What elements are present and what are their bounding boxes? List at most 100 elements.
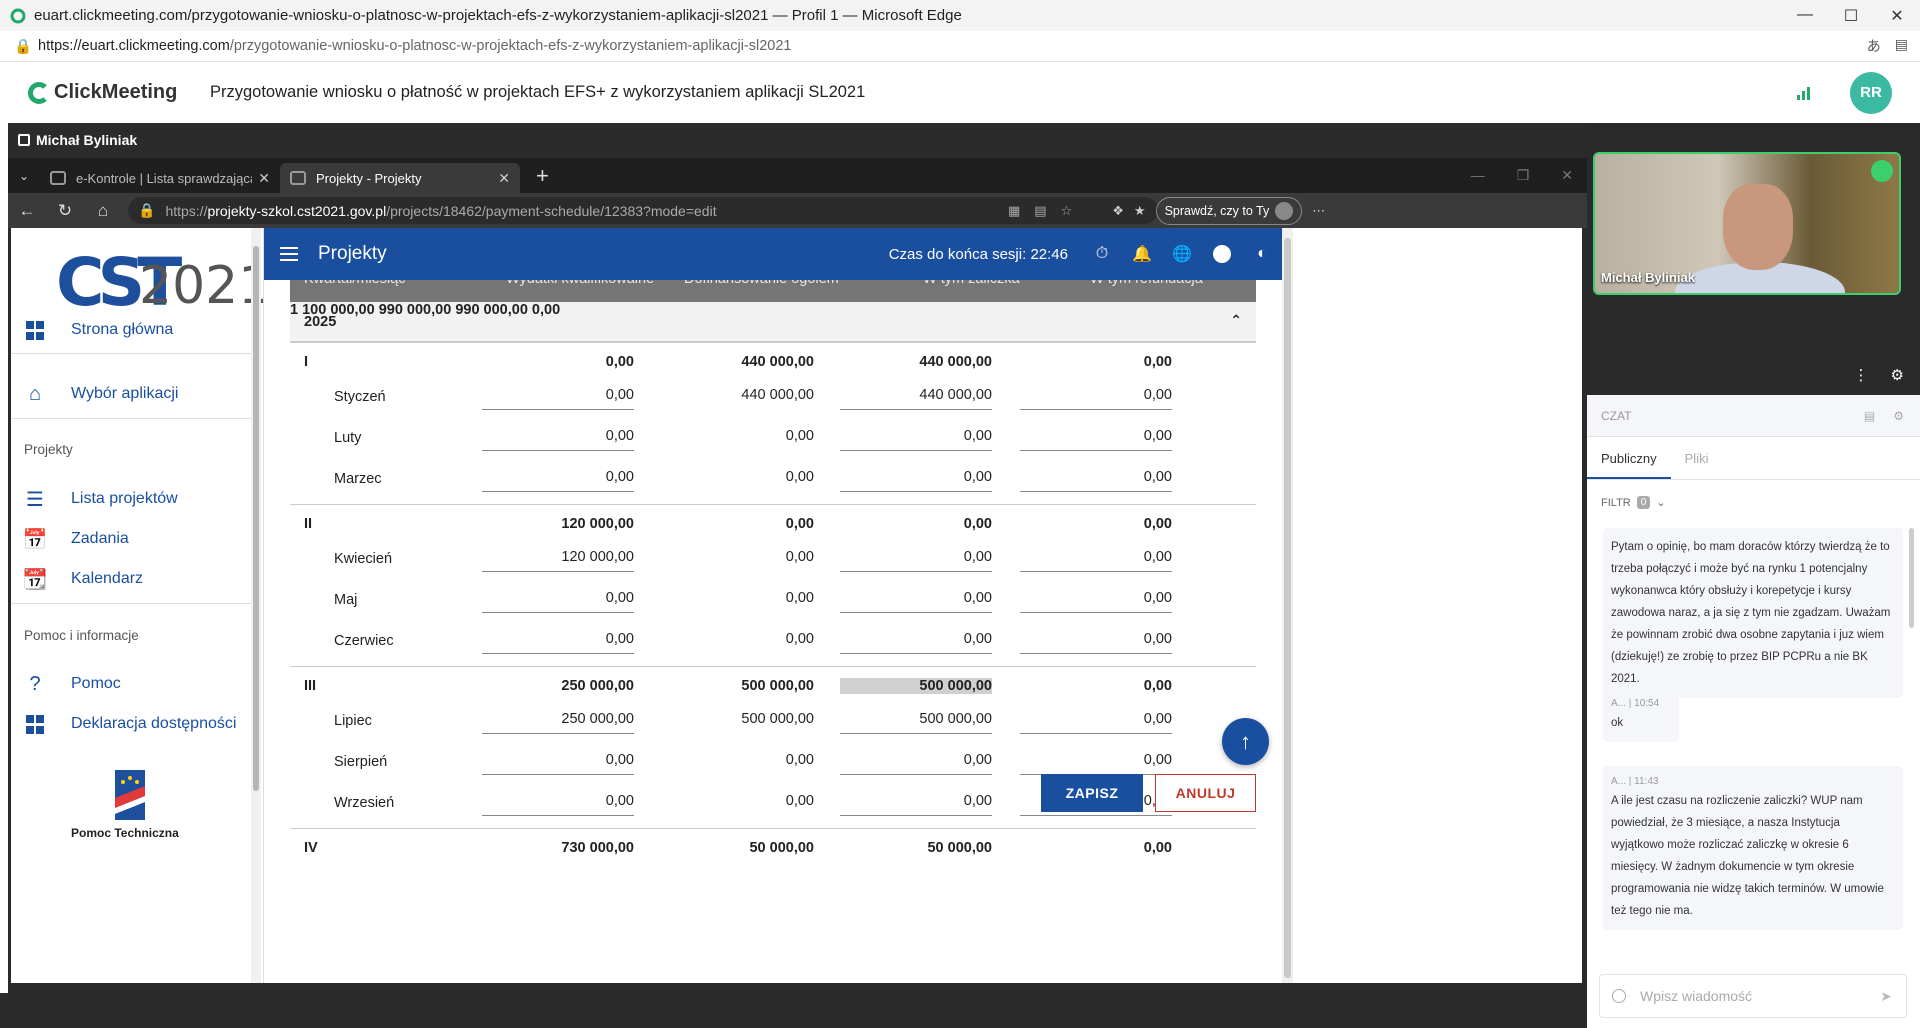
month-input-field[interactable]: 0,00	[1020, 387, 1172, 410]
minimize-icon[interactable]: —	[1782, 6, 1828, 26]
hamburger-menu-icon[interactable]	[280, 243, 298, 265]
month-input-field[interactable]: 0,00	[840, 428, 992, 451]
tab-menu-chevron-icon[interactable]: ⌄	[8, 169, 40, 183]
sidebar-scrollbar[interactable]	[251, 228, 261, 983]
month-input-field[interactable]: 0,00	[840, 549, 992, 572]
tab-close-icon[interactable]: ✕	[258, 170, 270, 187]
month-input-field[interactable]: 0,00	[1020, 752, 1172, 775]
sidebar-item-project-list[interactable]: ☰ Lista projektów	[11, 479, 251, 519]
sidebar-item-help[interactable]: ? Pomoc	[11, 664, 251, 704]
sidebar-item-calendar[interactable]: 📆 Kalendarz	[11, 559, 251, 599]
scroll-to-top-button[interactable]: ↑	[1222, 718, 1269, 765]
inner-close-icon[interactable]: ✕	[1561, 167, 1573, 184]
chat-scrollbar[interactable]	[1909, 528, 1915, 988]
sidebar-item-tasks[interactable]: 📅 Zadania	[11, 519, 251, 559]
maximize-icon[interactable]: ☐	[1828, 6, 1874, 26]
chat-filter[interactable]: FILTR 0 ⌄	[1601, 496, 1666, 509]
outer-url-text[interactable]: https://euart.clickmeeting.com/przygotow…	[38, 38, 1867, 54]
user-avatar[interactable]: RR	[1850, 71, 1892, 114]
inner-maximize-icon[interactable]: ❐	[1517, 167, 1530, 184]
sidebar-item-app-select[interactable]: ⌂ Wybór aplikacji	[11, 374, 251, 414]
popout-icon[interactable]: ▤	[1864, 409, 1875, 423]
tab-projekty[interactable]: Projekty - Projekty ✕	[280, 163, 520, 193]
month-input-field[interactable]: 500 000,00	[840, 711, 992, 734]
month-input-field[interactable]: 120 000,00	[482, 549, 634, 572]
month-input-field[interactable]: 0,00	[840, 590, 992, 613]
language-globe-icon[interactable]: 🌐	[1172, 244, 1192, 264]
site-info-icon[interactable]: 🔒	[138, 202, 155, 219]
profile-button[interactable]: Sprawdź, czy to Ty	[1155, 196, 1303, 225]
chat-input[interactable]: Wpisz wiadomość ➤	[1599, 974, 1907, 1018]
main-scrollbar[interactable]	[1282, 228, 1293, 983]
month-input-field[interactable]: 0,00	[482, 387, 634, 410]
month-input-field[interactable]: 0,00	[840, 752, 992, 775]
sidebar-item-accessibility[interactable]: Deklaracja dostępności	[11, 704, 251, 744]
timer-icon[interactable]: ⏱	[1092, 244, 1112, 264]
presenter-video[interactable]: Michał Byliniak	[1593, 152, 1901, 295]
contrast-icon[interactable]: ◐	[1252, 244, 1272, 264]
sidebar-item-label: Deklaracja dostępności	[71, 715, 237, 732]
outer-address-bar[interactable]: 🔒 https://euart.clickmeeting.com/przygot…	[0, 31, 1920, 62]
extensions-icon[interactable]: ❖	[1112, 203, 1124, 219]
month-input-field[interactable]: 440 000,00	[840, 387, 992, 410]
reading-view-icon[interactable]: ▤	[1895, 36, 1908, 56]
month-input-field[interactable]: 0,00	[840, 631, 992, 654]
reading-mode-icon[interactable]: ▤	[1034, 203, 1046, 219]
inner-address-bar[interactable]: 🔒 https://projekty-szkol.cst2021.gov.pl /…	[128, 197, 1158, 224]
more-vertical-icon[interactable]: ⋮	[1854, 366, 1869, 384]
eu-flag-logo-icon	[115, 770, 145, 820]
quarter-value: 440 000,00	[919, 354, 992, 370]
quarter-value: 500 000,00	[741, 678, 814, 694]
month-input-field[interactable]: 0,00	[482, 469, 634, 492]
month-row: Lipiec 250 000,00 500 000,00 500 000,00 0,00	[290, 703, 1256, 744]
translate-icon[interactable]: あ	[1867, 36, 1881, 56]
inner-minimize-icon[interactable]: —	[1471, 167, 1485, 184]
sidebar-item-label: Lista projektów	[71, 490, 178, 507]
year-row[interactable]: 2025 1 100 000,00 990 000,00 990 000,00 …	[290, 302, 1256, 342]
chat-message-meta: A... | 10:54	[1611, 698, 1660, 709]
favorite-star-icon[interactable]: ☆	[1061, 203, 1073, 219]
save-button[interactable]: ZAPISZ	[1041, 774, 1143, 812]
tab-close-icon[interactable]: ✕	[498, 170, 510, 187]
sidebar-item-home[interactable]: Strona główna	[11, 310, 251, 350]
month-input-field[interactable]: 0,00	[482, 752, 634, 775]
back-icon[interactable]: ←	[8, 201, 46, 221]
month-input-field[interactable]: 0,00	[840, 793, 992, 816]
notifications-bell-icon[interactable]: 🔔	[1132, 244, 1152, 264]
account-icon[interactable]	[1212, 244, 1232, 264]
chat-input-placeholder: Wpisz wiadomość	[1640, 988, 1753, 1004]
tab-e-kontrole[interactable]: e-Kontrole | Lista sprawdzająca dla ✕	[40, 163, 280, 193]
settings-gear-icon[interactable]: ⚙	[1891, 366, 1904, 384]
chat-settings-icon[interactable]: ⚙	[1893, 409, 1904, 423]
month-input-field[interactable]: 0,00	[1020, 711, 1172, 734]
month-input-field[interactable]: 0,00	[482, 793, 634, 816]
tab-public[interactable]: Publiczny	[1587, 437, 1671, 479]
new-tab-icon[interactable]: +	[536, 163, 549, 189]
collapse-chevron-up-icon[interactable]: ⌃	[1230, 312, 1242, 329]
cancel-button[interactable]: ANULUJ	[1155, 774, 1256, 812]
month-input-field[interactable]: 0,00	[1020, 469, 1172, 492]
month-input-field[interactable]: 0,00	[1020, 549, 1172, 572]
quarter-value: 0,00	[1143, 354, 1172, 370]
favorites-icon[interactable]: ★	[1134, 203, 1146, 219]
month-input-field[interactable]: 0,00	[1020, 590, 1172, 613]
filter-count-badge: 0	[1636, 496, 1651, 509]
home-icon[interactable]: ⌂	[84, 201, 122, 221]
month-input-field[interactable]: 0,00	[1020, 428, 1172, 451]
app-available-icon[interactable]: ▦	[1008, 203, 1020, 219]
emoji-icon[interactable]	[1612, 989, 1626, 1003]
chat-message: A... | 10:54 ok	[1603, 688, 1679, 742]
more-options-icon[interactable]: ⋯	[1312, 203, 1325, 219]
month-input-field[interactable]: 0,00	[482, 428, 634, 451]
refresh-icon[interactable]: ↻	[46, 201, 84, 221]
month-input-field[interactable]: 0,00	[1020, 631, 1172, 654]
send-icon[interactable]: ➤	[1880, 988, 1892, 1005]
month-input-field[interactable]: 0,00	[482, 631, 634, 654]
month-input-field[interactable]: 0,00	[840, 469, 992, 492]
month-input-field[interactable]: 0,00	[482, 590, 634, 613]
chevron-down-icon: ⌄	[1656, 497, 1666, 509]
profile-avatar-icon	[1275, 201, 1294, 220]
month-input-field[interactable]: 250 000,00	[482, 711, 634, 734]
close-icon[interactable]: ✕	[1874, 6, 1920, 26]
tab-files[interactable]: Pliki	[1671, 437, 1723, 479]
